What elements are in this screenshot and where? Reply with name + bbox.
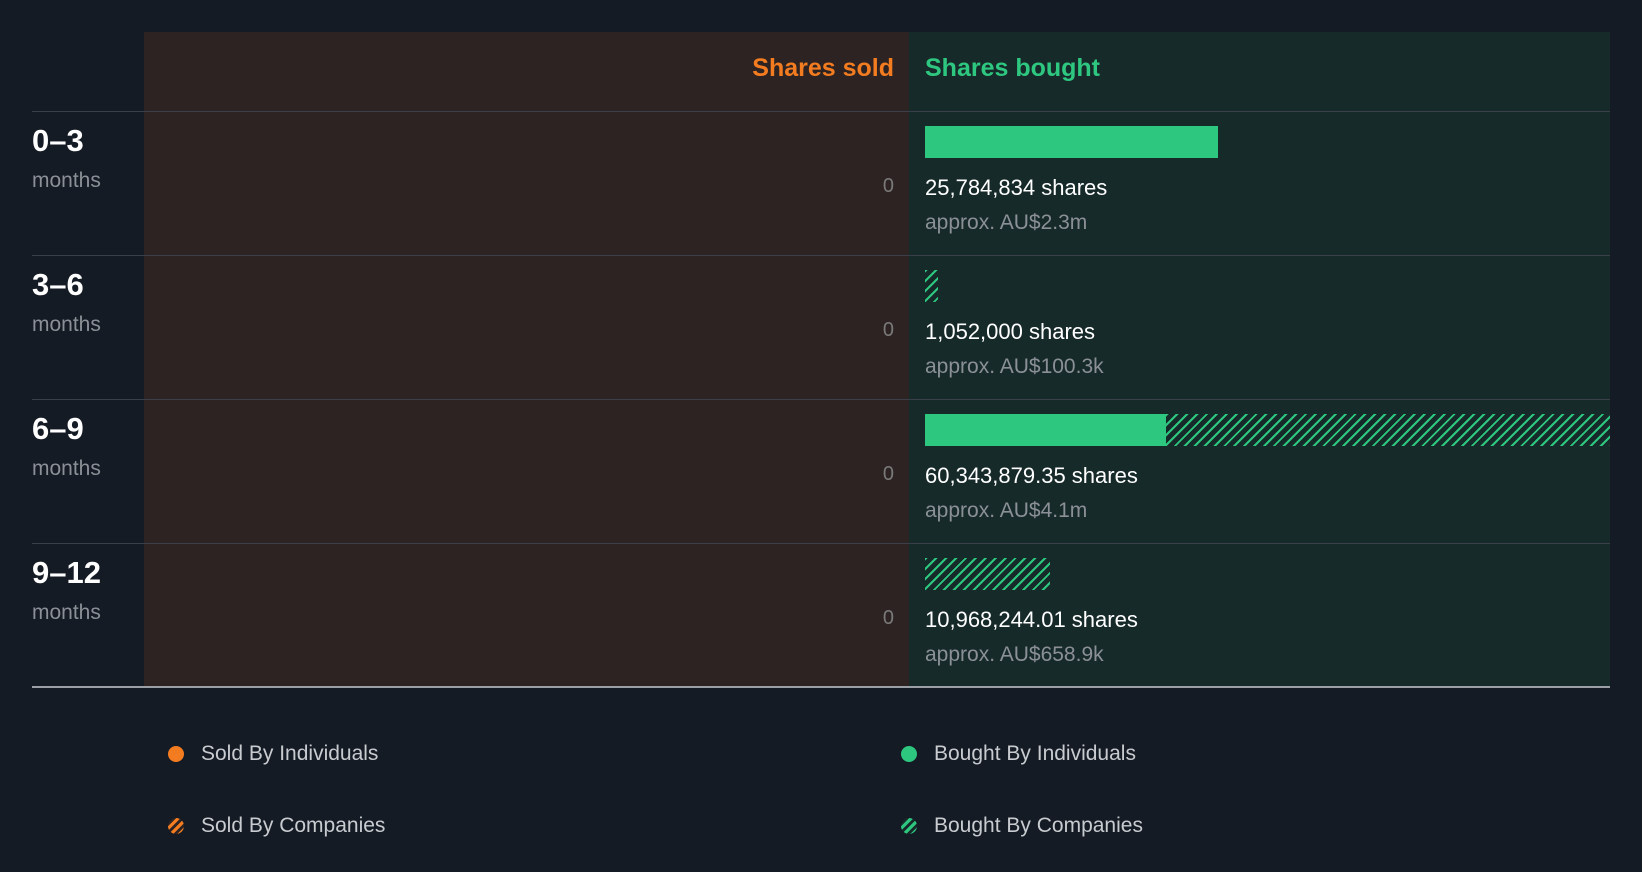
orange-dot-icon [168, 746, 184, 762]
green-dot-icon [901, 746, 917, 762]
shares-sold-header: Shares sold [752, 54, 894, 82]
bar-bought-companies [925, 558, 1050, 590]
legend-label: Bought By Individuals [934, 742, 1136, 765]
sold-value: 0 [882, 175, 894, 197]
period-label: 3–6 [32, 267, 84, 302]
period-row: 9–12 months 0 10,968,244.01 shares appro… [0, 543, 1642, 687]
period-row: 6–9 months 0 60,343,879.35 shares approx… [0, 399, 1642, 543]
bar-bought-individuals [925, 126, 1218, 158]
green-hatched-dot-icon [901, 818, 917, 834]
approx-value: approx. AU$2.3m [925, 211, 1088, 234]
bar-bought-companies [925, 270, 938, 302]
period-unit: months [32, 313, 101, 336]
bar-bought-companies [1165, 414, 1610, 446]
legend-label: Sold By Companies [201, 814, 386, 837]
period-label: 0–3 [32, 123, 84, 158]
approx-value: approx. AU$100.3k [925, 355, 1104, 378]
sold-value: 0 [882, 463, 894, 485]
shares-bought-header: Shares bought [925, 54, 1101, 82]
legend-label: Bought By Companies [934, 814, 1143, 837]
period-unit: months [32, 169, 101, 192]
legend-bought-companies: Bought By Companies [901, 814, 1143, 838]
legend-bought-individuals: Bought By Individuals [901, 742, 1136, 766]
period-row: 0–3 months 0 25,784,834 shares approx. A… [0, 111, 1642, 255]
period-unit: months [32, 601, 101, 624]
shares-label: 1,052,000 shares [925, 319, 1096, 344]
approx-value: approx. AU$658.9k [925, 643, 1104, 666]
shares-label: 25,784,834 shares [925, 175, 1108, 200]
bought-bars [925, 414, 1610, 446]
legend-label: Sold By Individuals [201, 742, 379, 765]
bought-bars [925, 270, 1610, 302]
bought-bars [925, 558, 1610, 590]
legend-sold-companies: Sold By Companies [168, 814, 385, 838]
shares-label: 10,968,244.01 shares [925, 607, 1138, 632]
shares-label: 60,343,879.35 shares [925, 463, 1138, 488]
approx-value: approx. AU$4.1m [925, 499, 1088, 522]
period-label: 6–9 [32, 411, 84, 446]
period-row: 3–6 months 0 1,052,000 shares approx. AU… [0, 255, 1642, 399]
bought-bars [925, 126, 1610, 158]
sold-value: 0 [882, 319, 894, 341]
legend-sold-individuals: Sold By Individuals [168, 742, 378, 766]
period-unit: months [32, 457, 101, 480]
bar-bought-individuals [925, 414, 1166, 446]
chart-baseline [32, 686, 1610, 688]
orange-hatched-dot-icon [168, 818, 184, 834]
sold-value: 0 [882, 607, 894, 629]
period-label: 9–12 [32, 555, 101, 590]
